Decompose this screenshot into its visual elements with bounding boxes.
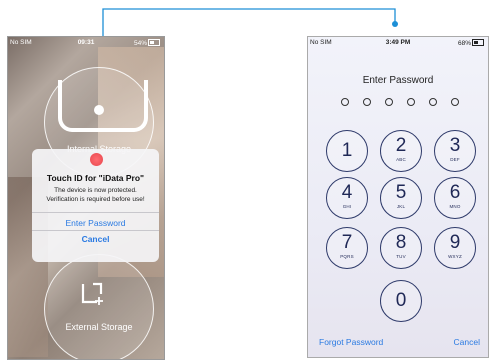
key-digit: 5: [395, 182, 407, 203]
battery-indicator: 68%: [458, 39, 484, 47]
key-letters: MNO: [449, 204, 461, 209]
key-5[interactable]: 5 JKL: [380, 177, 422, 219]
alert-message-line: The device is now protected.: [54, 187, 137, 194]
enter-password-button[interactable]: Enter Password: [32, 218, 159, 228]
key-2[interactable]: 2 ABC: [380, 130, 422, 172]
divider: [32, 212, 159, 213]
passcode-dots: [341, 98, 461, 106]
key-8[interactable]: 8 TUV: [380, 227, 422, 269]
alert-cancel-button[interactable]: Cancel: [32, 234, 159, 244]
key-7[interactable]: 7 PQRS: [326, 227, 368, 269]
touch-id-alert: Touch ID for "iData Pro" The device is n…: [32, 149, 159, 262]
key-3[interactable]: 3 DEF: [434, 130, 476, 172]
external-storage-label: External Storage: [65, 322, 133, 332]
key-digit: 1: [341, 140, 353, 161]
key-letters: JKL: [396, 204, 406, 209]
key-digit: 0: [395, 290, 407, 311]
key-letters: WXYZ: [448, 254, 462, 259]
passcode-dot: [341, 98, 349, 106]
key-letters: DEF: [450, 157, 460, 162]
left-phone-screen: No SIM 09:31 54% Internal Storage Extern…: [7, 36, 165, 360]
passcode-dot: [451, 98, 459, 106]
alert-message: The device is now protected. Verificatio…: [32, 186, 159, 204]
key-letters: GHI: [342, 204, 352, 209]
passcode-dot: [407, 98, 415, 106]
phone-icon: [58, 80, 148, 132]
passcode-dot: [429, 98, 437, 106]
key-digit: 7: [341, 232, 353, 253]
key-digit: 2: [395, 135, 407, 156]
key-digit: 8: [395, 232, 407, 253]
external-drive-icon: [81, 282, 103, 305]
battery-icon: [472, 39, 484, 46]
external-storage-button[interactable]: External Storage: [44, 254, 154, 359]
key-letters: PQRS: [340, 254, 354, 259]
battery-percent: 68%: [457, 40, 471, 47]
fingerprint-icon: [90, 153, 103, 166]
passcode-dot: [363, 98, 371, 106]
key-digit: 4: [341, 182, 353, 203]
alert-message-line: Verification is required before use!: [46, 196, 145, 203]
key-letters: TUV: [396, 254, 406, 259]
battery-percent: 54%: [133, 40, 147, 47]
key-6[interactable]: 6 MNO: [434, 177, 476, 219]
passcode-dot: [385, 98, 393, 106]
key-digit: 6: [449, 182, 461, 203]
key-0[interactable]: 0: [380, 280, 422, 322]
key-1[interactable]: 1: [326, 130, 368, 172]
status-bar: No SIM 3:49 PM 68%: [308, 37, 488, 49]
page-title: Enter Password: [362, 75, 434, 86]
key-4[interactable]: 4 GHI: [326, 177, 368, 219]
alert-title: Touch ID for "iData Pro": [46, 173, 145, 183]
key-digit: 9: [449, 232, 461, 253]
battery-indicator: 54%: [134, 39, 160, 47]
key-letters: ABC: [396, 157, 406, 162]
key-9[interactable]: 9 WXYZ: [434, 227, 476, 269]
key-digit: 3: [449, 135, 461, 156]
right-phone-screen: No SIM 3:49 PM 68% Enter Password 1 2 AB…: [307, 36, 489, 358]
status-bar: No SIM 09:31 54%: [8, 37, 164, 49]
divider: [32, 230, 159, 231]
cancel-button[interactable]: Cancel: [454, 337, 480, 347]
forgot-password-link[interactable]: Forgot Password: [319, 337, 383, 347]
battery-icon: [148, 39, 160, 46]
